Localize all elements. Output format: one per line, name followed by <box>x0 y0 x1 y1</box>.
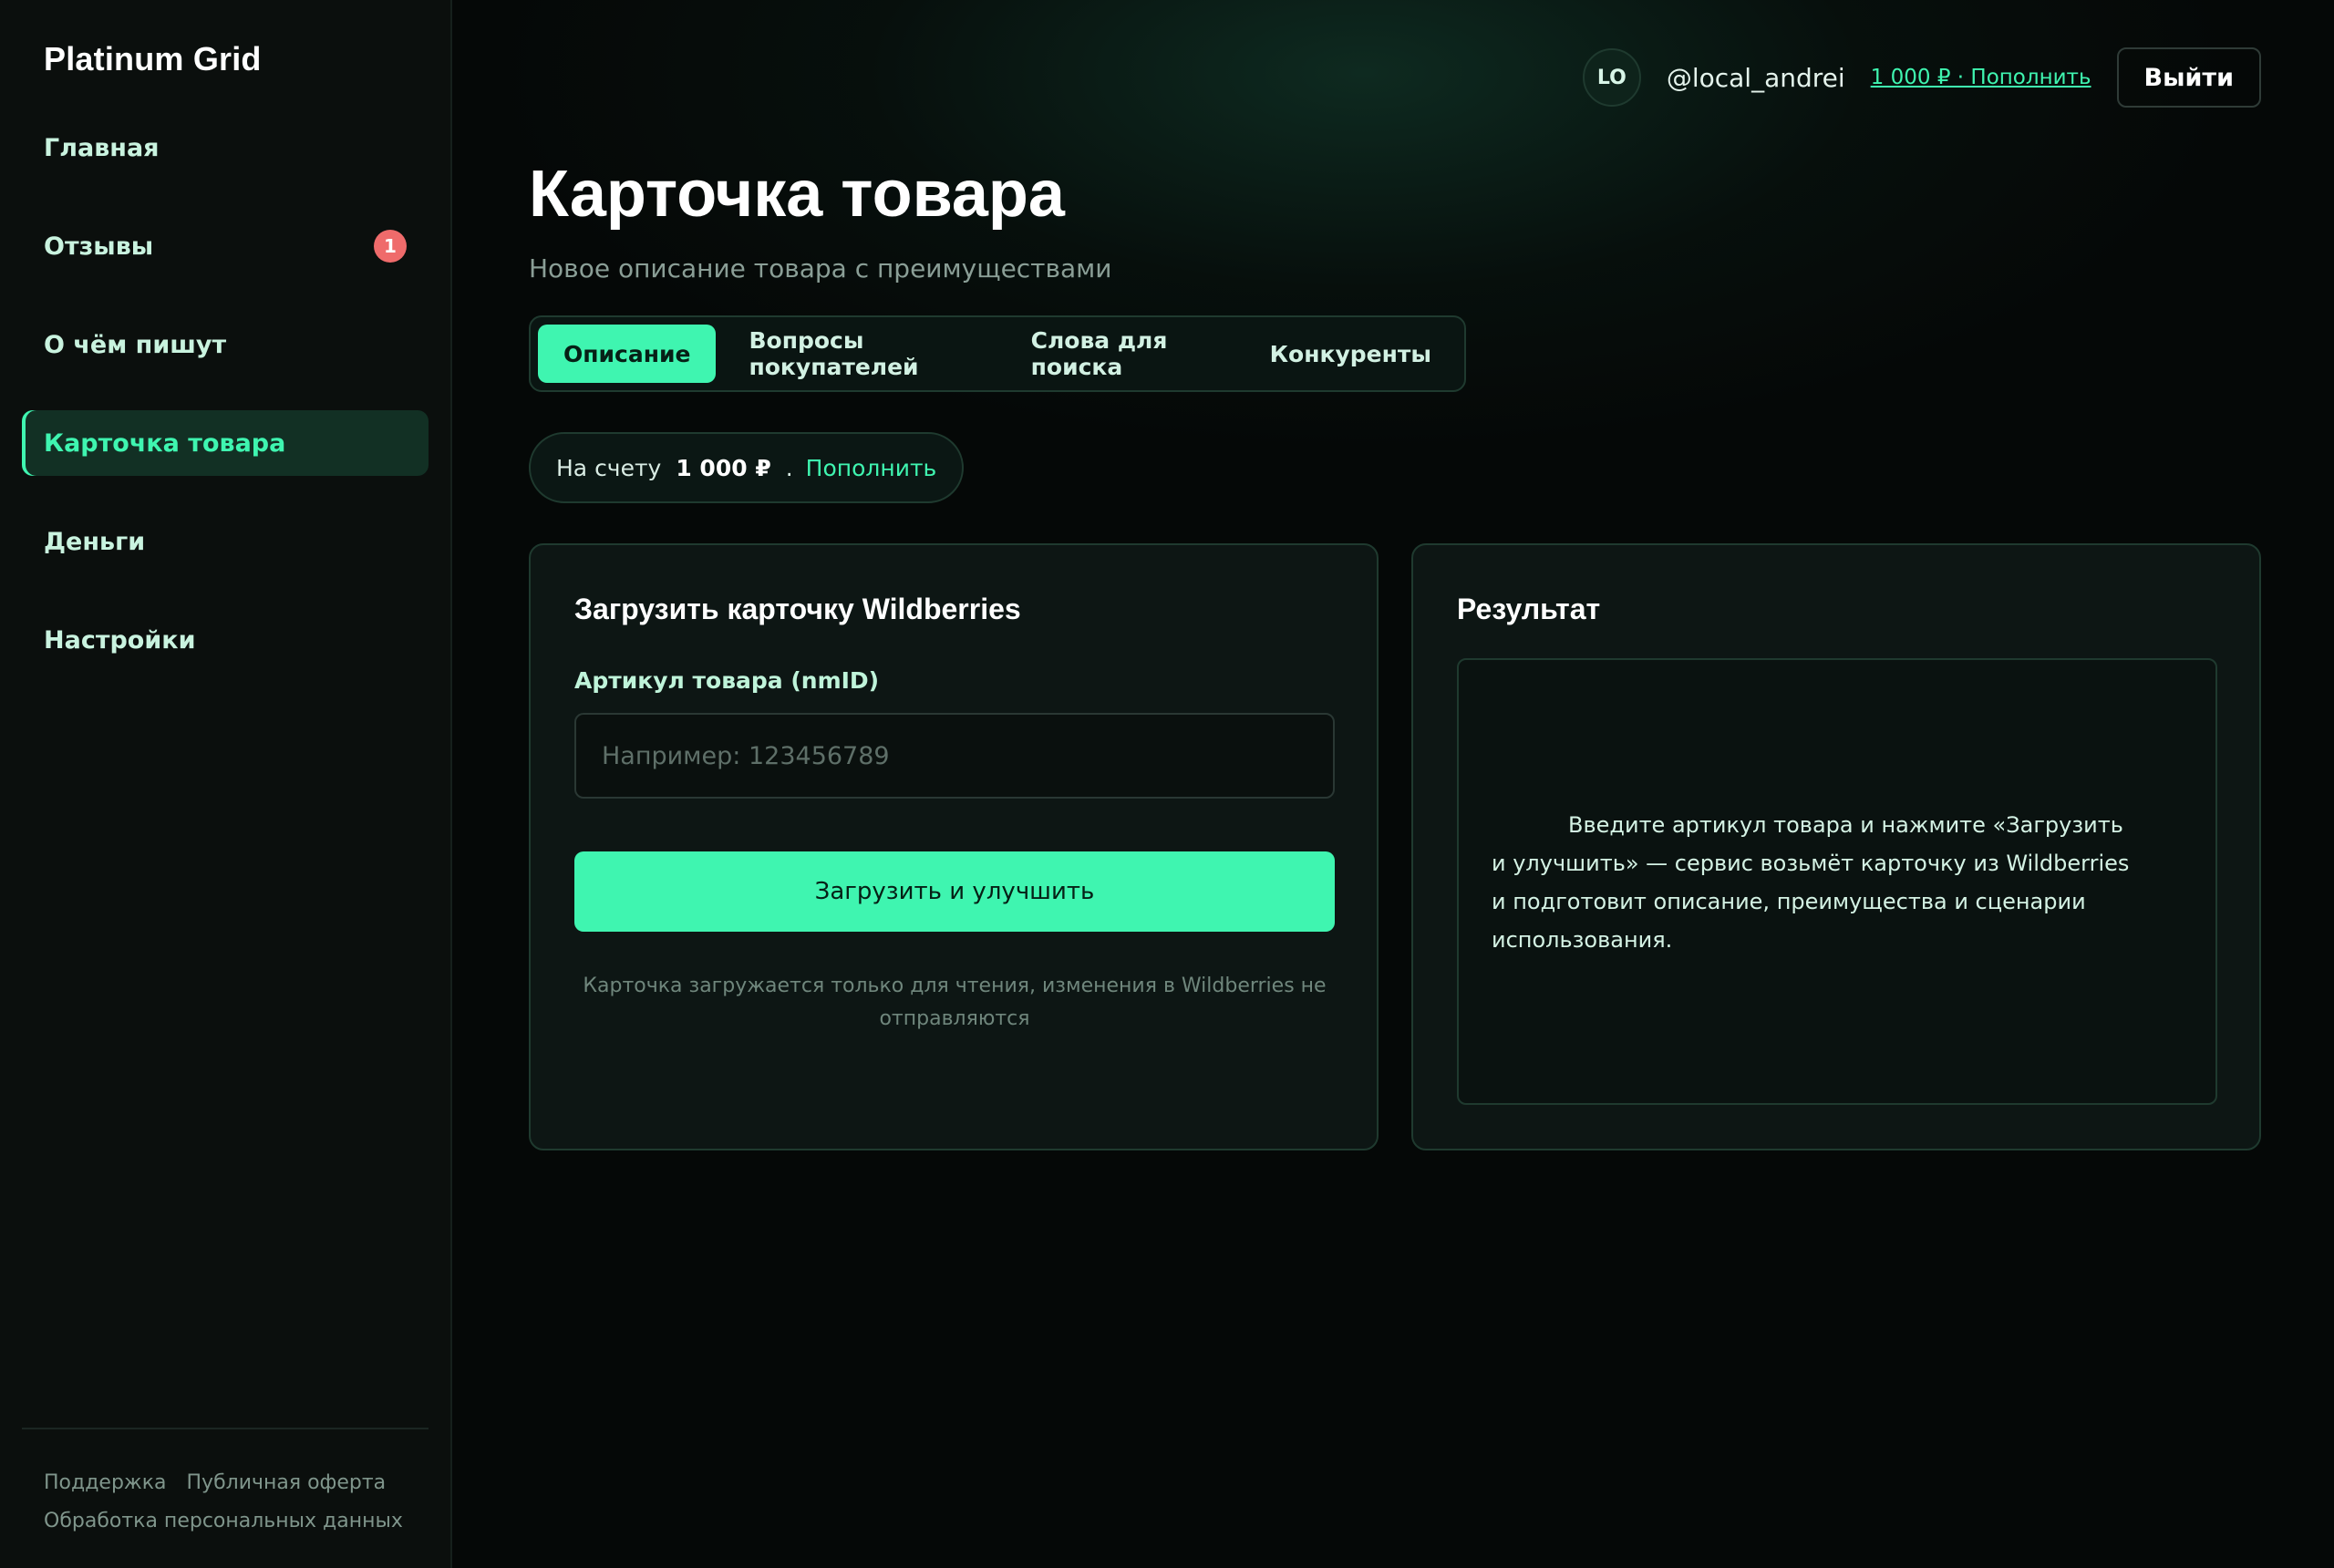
load-card-panel: Загрузить карточку Wildberries Артикул т… <box>529 543 1379 1150</box>
notification-badge: 1 <box>374 230 407 263</box>
sidebar: Platinum Grid Главная Отзывы 1 О чём пиш… <box>0 0 452 1568</box>
sidebar-item-reviews[interactable]: Отзывы 1 <box>22 213 429 279</box>
balance-amount: 1 000 ₽ <box>676 454 771 481</box>
page-title: Карточка товара <box>529 158 1065 231</box>
topbar: LO @local_andrei 1 000 ₽ · Пополнить Вый… <box>1582 47 2261 108</box>
result-empty-text: Введите артикул товара и нажмите «Загруз… <box>1492 812 2130 953</box>
support-link[interactable]: Поддержка <box>44 1471 167 1494</box>
avatar[interactable]: LO <box>1582 48 1641 107</box>
tab-search-keywords[interactable]: Слова для поиска <box>1006 325 1237 383</box>
sidebar-item-mentions[interactable]: О чём пишут <box>22 312 429 377</box>
result-box: Введите артикул товара и нажмите «Загруз… <box>1457 658 2217 1105</box>
sidebar-item-money[interactable]: Деньги <box>22 509 429 574</box>
main-content: LO @local_andrei 1 000 ₽ · Пополнить Вый… <box>452 0 2334 1568</box>
sidebar-item-home[interactable]: Главная <box>22 115 429 181</box>
sidebar-item-label: Отзывы <box>44 232 154 261</box>
brand-logo[interactable]: Platinum Grid <box>44 40 262 78</box>
balance-topup-link[interactable]: 1 000 ₽ · Пополнить <box>1871 66 2091 89</box>
result-title: Результат <box>1457 593 1601 625</box>
tab-description[interactable]: Описание <box>538 325 717 383</box>
tab-buyer-questions[interactable]: Вопросы покупателей <box>723 325 997 383</box>
logout-button[interactable]: Выйти <box>2116 47 2261 108</box>
result-panel: Результат Введите артикул товара и нажми… <box>1411 543 2261 1150</box>
sidebar-divider <box>22 1428 429 1429</box>
sidebar-item-label: Настройки <box>44 625 196 655</box>
sidebar-item-label: Главная <box>44 133 160 162</box>
sidebar-item-product-card[interactable]: Карточка товара <box>22 410 429 476</box>
sidebar-nav: Главная Отзывы 1 О чём пишут Карточка то… <box>22 115 429 706</box>
page-subtitle: Новое описание товара с преимуществами <box>529 253 1112 284</box>
sidebar-item-label: Деньги <box>44 527 146 556</box>
sidebar-item-label: Карточка товара <box>44 428 286 458</box>
app-root: Platinum Grid Главная Отзывы 1 О чём пиш… <box>0 0 2334 1568</box>
sidebar-footer: Поддержка Публичная оферта Обработка перс… <box>44 1464 423 1541</box>
username: @local_andrei <box>1666 62 1845 93</box>
balance-separator: . <box>785 454 793 481</box>
article-field-label: Артикул товара (nmID) <box>574 667 880 694</box>
balance-topup-button[interactable]: Пополнить <box>806 455 937 481</box>
privacy-link[interactable]: Обработка персональных данных <box>44 1510 403 1532</box>
sidebar-item-label: О чём пишут <box>44 330 227 359</box>
balance-label: На счету <box>556 454 662 481</box>
public-offer-link[interactable]: Публичная оферта <box>187 1471 387 1494</box>
tab-bar: Описание Вопросы покупателей Слова для п… <box>529 315 1466 392</box>
article-input[interactable] <box>574 713 1335 799</box>
read-only-hint: Карточка загружается только для чтения, … <box>583 975 1327 1030</box>
load-and-improve-button[interactable]: Загрузить и улучшить <box>574 851 1335 932</box>
load-card-title: Загрузить карточку Wildberries <box>574 593 1021 625</box>
sidebar-item-settings[interactable]: Настройки <box>22 607 429 673</box>
balance-pill: На счету 1 000 ₽ . Пополнить <box>529 432 965 503</box>
tab-competitors[interactable]: Конкуренты <box>1244 325 1457 383</box>
